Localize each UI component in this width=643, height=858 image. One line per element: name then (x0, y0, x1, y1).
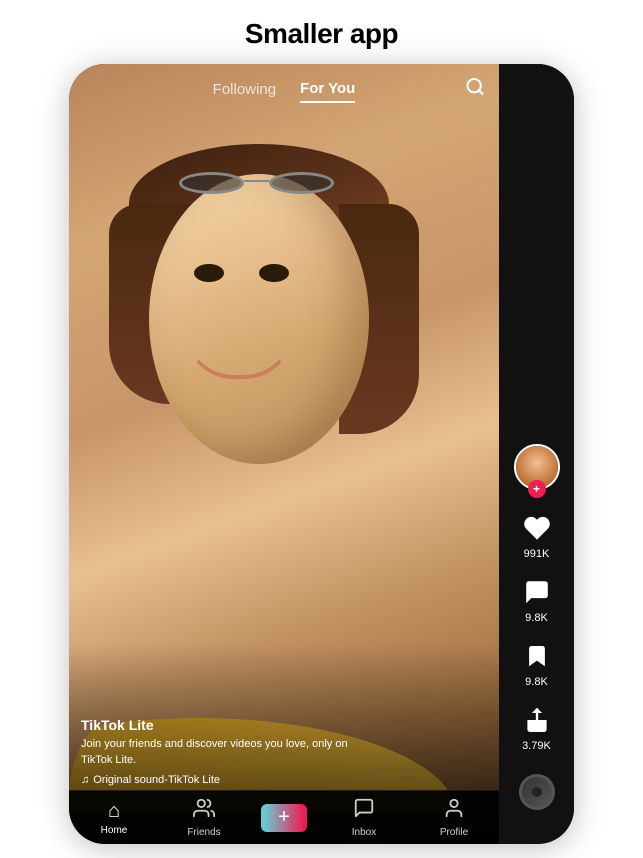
home-icon: ⌂ (108, 800, 120, 823)
avatar-container[interactable]: + (514, 444, 560, 490)
home-label: Home (101, 825, 128, 836)
video-header: Following For You (69, 64, 499, 114)
search-icon[interactable] (465, 77, 485, 102)
inbox-label: Inbox (352, 827, 376, 838)
follow-button[interactable]: + (528, 480, 546, 498)
page-title-text: Smaller app (245, 0, 398, 64)
likes-count: 991K (524, 548, 550, 560)
nav-inbox[interactable]: Inbox (334, 797, 394, 838)
profile-label: Profile (440, 827, 468, 838)
nav-plus-btn[interactable]: + (264, 804, 304, 832)
bottom-nav: ⌂ Home Friends + (69, 790, 499, 844)
music-note-icon: ♫ (81, 774, 89, 786)
bookmark-action[interactable]: 9.8K (524, 642, 550, 688)
like-action[interactable]: 991K (523, 514, 551, 560)
profile-icon (443, 797, 465, 825)
shares-count: 3.79K (522, 740, 551, 752)
video-info: TikTok Lite Join your friends and discov… (81, 717, 381, 786)
nav-home[interactable]: ⌂ Home (84, 800, 144, 836)
bookmarks-count: 9.8K (525, 676, 548, 688)
nav-friends[interactable]: Friends (174, 797, 234, 838)
right-sidebar: + 991K 9.8K (499, 64, 574, 844)
plus-icon: + (278, 806, 290, 829)
sound-disc[interactable] (519, 774, 555, 810)
header-tabs: Following For You (213, 76, 356, 103)
nav-profile[interactable]: Profile (424, 797, 484, 838)
sound-disc-inner (532, 787, 542, 797)
video-sound: ♫ Original sound-TikTok Lite (81, 774, 381, 786)
device-frame: Following For You TikTok Lite Join your … (69, 64, 574, 844)
tab-following[interactable]: Following (213, 77, 276, 102)
video-username: TikTok Lite (81, 717, 381, 733)
heart-icon (523, 514, 551, 546)
tab-for-you[interactable]: For You (300, 76, 355, 103)
friends-label: Friends (187, 827, 220, 838)
comment-action[interactable]: 9.8K (523, 578, 551, 624)
share-action[interactable]: 3.79K (522, 706, 551, 752)
share-icon (523, 706, 551, 738)
comment-icon (523, 578, 551, 610)
friends-icon (193, 797, 215, 825)
bookmark-icon (524, 642, 550, 674)
video-area[interactable]: Following For You TikTok Lite Join your … (69, 64, 499, 844)
video-description: Join your friends and discover videos yo… (81, 737, 381, 768)
sound-name: Original sound-TikTok Lite (93, 774, 220, 786)
comments-count: 9.8K (525, 612, 548, 624)
inbox-icon (353, 797, 375, 825)
